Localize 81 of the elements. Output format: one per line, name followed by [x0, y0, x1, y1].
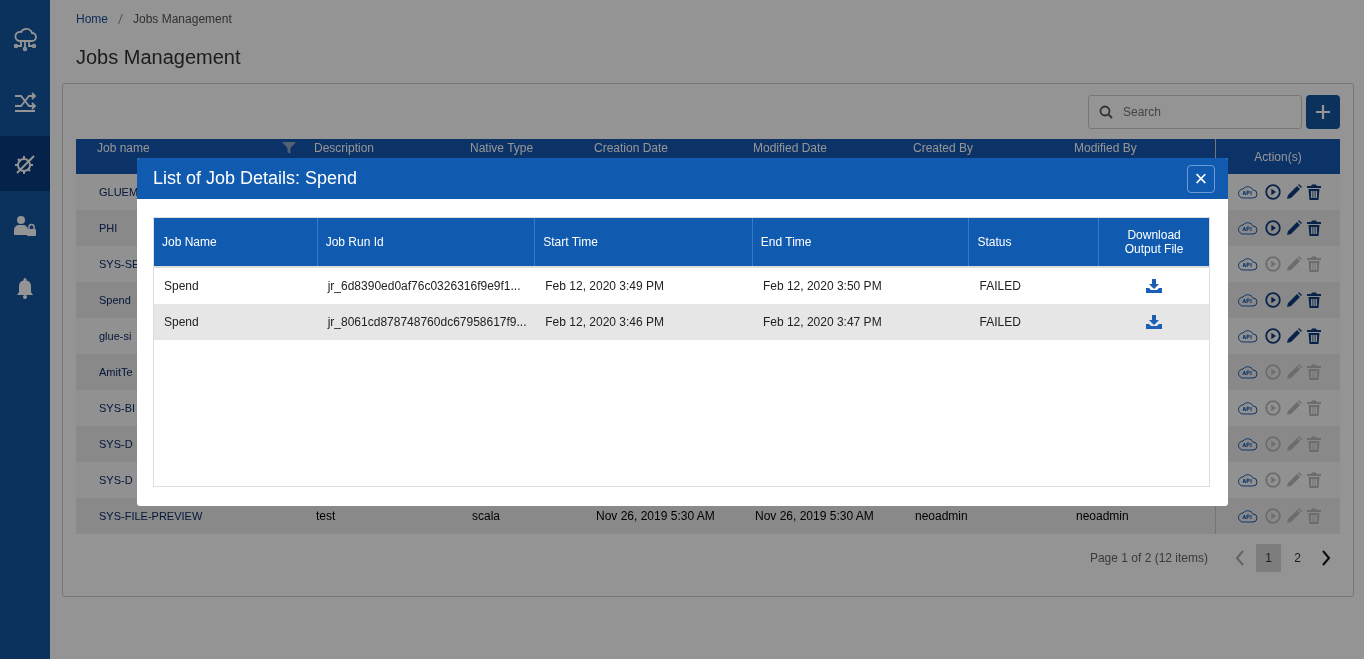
- table-cell: FAILED: [979, 279, 1021, 293]
- play-icon[interactable]: [1264, 220, 1281, 236]
- pencil-icon[interactable]: [1285, 328, 1302, 344]
- column-header[interactable]: Native Type: [470, 141, 534, 155]
- add-button[interactable]: [1306, 95, 1340, 129]
- api-cloud-icon[interactable]: [1237, 328, 1258, 344]
- job-link[interactable]: AmitTe: [99, 366, 133, 378]
- column-header: Status: [977, 235, 1012, 249]
- dialog-title: List of Job Details: Spend: [153, 168, 358, 189]
- plus-icon: [1314, 103, 1332, 121]
- api-cloud-icon[interactable]: [1237, 184, 1258, 200]
- table-cell: jr_6d8390ed0af76c0326316f9e9f1...: [327, 279, 521, 293]
- download-icon[interactable]: [1146, 279, 1163, 293]
- play-icon[interactable]: [1264, 184, 1281, 200]
- job-link[interactable]: SYS-SE: [99, 258, 140, 270]
- column-header: Download Output File: [1123, 228, 1185, 256]
- table-cell: neoadmin: [915, 509, 968, 523]
- column-header: Job Name: [162, 235, 217, 249]
- table-cell: Feb 12, 2020 3:47 PM: [762, 315, 882, 329]
- page-summary: Page 1 of 2 (12 items): [1089, 551, 1208, 565]
- table-cell: Feb 12, 2020 3:46 PM: [545, 315, 665, 329]
- column-header[interactable]: Description: [314, 141, 375, 155]
- trash-icon[interactable]: [1306, 292, 1321, 308]
- column-header[interactable]: Created By: [913, 141, 974, 155]
- next-page-icon[interactable]: [1320, 550, 1332, 566]
- table-cell: Spend: [164, 315, 199, 329]
- download-icon[interactable]: [1146, 315, 1163, 329]
- table-cell: FAILED: [979, 315, 1021, 329]
- page-button[interactable]: 2: [1285, 544, 1310, 572]
- breadcrumb-current: Jobs Management: [133, 12, 232, 26]
- table-cell: jr_8061cd878748760dc67958617f9...: [327, 315, 527, 329]
- pencil-icon[interactable]: [1285, 292, 1302, 308]
- job-link[interactable]: PHI: [99, 222, 118, 234]
- api-cloud-icon[interactable]: [1237, 220, 1258, 236]
- api-cloud-icon[interactable]: [1237, 364, 1258, 380]
- column-header: Action(s): [1254, 149, 1302, 164]
- search-icon: [1099, 105, 1113, 119]
- trash-icon[interactable]: [1306, 184, 1321, 200]
- column-header[interactable]: Job name: [97, 141, 150, 155]
- sidebar-item[interactable]: [0, 136, 50, 191]
- play-icon[interactable]: [1264, 292, 1281, 308]
- table-cell: scala: [472, 509, 500, 523]
- table-cell: Nov 26, 2019 5:30 AM: [596, 509, 715, 523]
- api-cloud-icon[interactable]: [1237, 436, 1258, 452]
- job-link[interactable]: SYS-D: [99, 438, 133, 450]
- job-link[interactable]: SYS-BI: [99, 402, 136, 414]
- breadcrumb-link[interactable]: Home: [76, 12, 108, 26]
- column-header: End Time: [760, 235, 812, 249]
- job-link[interactable]: glue-si: [99, 330, 132, 342]
- table-cell: Feb 12, 2020 3:49 PM: [545, 279, 665, 293]
- api-cloud-icon[interactable]: [1237, 472, 1258, 488]
- column-header: Start Time: [543, 235, 598, 249]
- page-button[interactable]: 1: [1256, 544, 1281, 572]
- table-cell: Nov 26, 2019 5:30 AM: [755, 509, 874, 523]
- column-header[interactable]: Modified Date: [753, 141, 828, 155]
- cloud-network-icon: [12, 26, 38, 53]
- table-cell: test: [316, 509, 336, 523]
- page-title: Jobs Management: [76, 46, 242, 69]
- job-link[interactable]: GLUEM: [99, 186, 139, 198]
- column-header[interactable]: Creation Date: [594, 141, 669, 155]
- trash-icon[interactable]: [1306, 328, 1321, 344]
- api-cloud-icon[interactable]: [1237, 256, 1258, 272]
- column-header[interactable]: Modified By: [1074, 141, 1137, 155]
- search-input[interactable]: Search: [1121, 104, 1295, 120]
- table-cell: neoadmin: [1076, 509, 1129, 523]
- search-field[interactable]: Search: [1088, 95, 1302, 129]
- table-cell: Feb 12, 2020 3:50 PM: [762, 279, 882, 293]
- column-header: Job Run Id: [325, 235, 384, 249]
- job-link[interactable]: Spend: [99, 294, 131, 306]
- close-button[interactable]: ×: [1187, 164, 1215, 193]
- play-icon[interactable]: [1264, 328, 1281, 344]
- filter-icon[interactable]: [282, 142, 296, 154]
- job-link[interactable]: SYS-D: [99, 474, 133, 486]
- api-cloud-icon[interactable]: [1237, 292, 1258, 308]
- pencil-icon[interactable]: [1285, 184, 1302, 200]
- trash-icon[interactable]: [1306, 220, 1321, 236]
- pencil-icon[interactable]: [1285, 220, 1302, 236]
- job-link[interactable]: SYS-FILE-PREVIEW: [99, 510, 203, 522]
- table-cell: Spend: [164, 279, 199, 293]
- api-cloud-icon[interactable]: [1237, 400, 1258, 416]
- api-cloud-icon[interactable]: [1237, 508, 1258, 524]
